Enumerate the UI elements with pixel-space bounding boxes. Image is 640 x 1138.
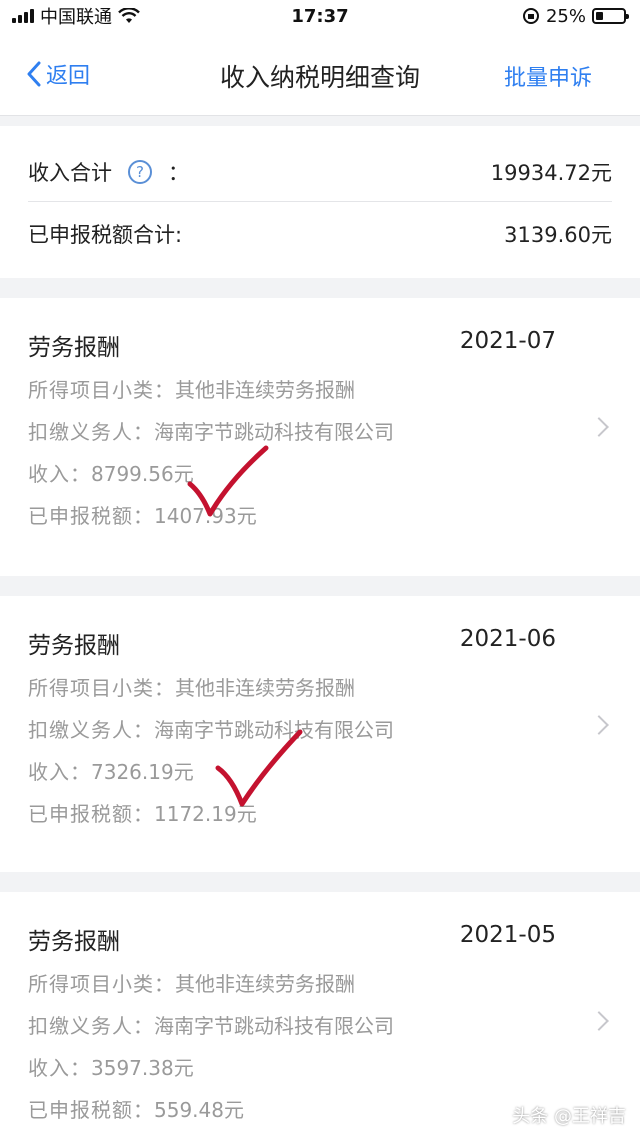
record-tax: 已申报税额：1172.19元 <box>28 798 257 827</box>
tax-value: 1407.93元 <box>154 504 257 528</box>
income-value: 3597.38元 <box>91 1056 194 1080</box>
income-label: 收入： <box>28 760 91 784</box>
subcategory-value: 其他非连续劳务报酬 <box>175 676 355 700</box>
tax-label: 已申报税额： <box>28 802 154 826</box>
watermark: 头条 @王祥吉 <box>512 1106 626 1127</box>
record-subcategory: 所得项目小类：其他非连续劳务报酬 <box>28 374 355 403</box>
record-subcategory: 所得项目小类：其他非连续劳务报酬 <box>28 968 355 997</box>
battery-icon <box>592 8 629 24</box>
clock: 17:37 <box>291 5 349 27</box>
help-icon[interactable]: ? <box>128 159 152 184</box>
income-total-colon: ： <box>168 160 189 185</box>
batch-appeal-button[interactable]: 批量申诉 <box>504 60 592 92</box>
tax-value: 559.48元 <box>154 1098 244 1122</box>
tax-total-value: 3139.60元 <box>504 223 612 247</box>
tax-total-label: 已申报税额合计: <box>28 223 183 247</box>
status-right: 25% <box>522 5 629 27</box>
chevron-right-icon[interactable] <box>589 417 609 437</box>
income-value: 7326.19元 <box>91 760 194 784</box>
income-total-value: 19934.72元 <box>490 160 612 185</box>
summary-card: 收入合计 ? ： 19934.72元 已申报税额合计: 3139.60元 <box>0 126 640 278</box>
record-date: 2021-07 <box>459 328 556 354</box>
tax-label: 已申报税额： <box>28 504 154 528</box>
income-total-label-group: 收入合计 ? ： <box>28 157 189 187</box>
status-bar: 中国联通 17:37 25% <box>0 0 640 32</box>
withholder-label: 扣缴义务人： <box>28 718 154 742</box>
wifi-icon <box>118 8 140 23</box>
record-date: 2021-05 <box>459 922 556 948</box>
record-type: 劳务报酬 <box>28 335 120 361</box>
carrier-name: 中国联通 <box>40 7 112 28</box>
record-withholder: 扣缴义务人：海南字节跳动科技有限公司 <box>28 714 394 743</box>
orientation-lock-icon <box>522 8 539 24</box>
income-label: 收入： <box>28 462 91 486</box>
record-tax: 已申报税额：1407.93元 <box>28 500 257 529</box>
income-record[interactable]: 劳务报酬 2021-06 所得项目小类：其他非连续劳务报酬 扣缴义务人：海南字节… <box>0 596 640 872</box>
withholder-label: 扣缴义务人： <box>28 1014 154 1038</box>
income-total-label: 收入合计 <box>28 160 112 185</box>
withholder-value: 海南字节跳动科技有限公司 <box>154 718 394 742</box>
withholder-value: 海南字节跳动科技有限公司 <box>154 1014 394 1038</box>
income-value: 8799.56元 <box>91 462 194 486</box>
tax-value: 1172.19元 <box>154 802 257 826</box>
record-income: 收入：7326.19元 <box>28 756 194 785</box>
record-withholder: 扣缴义务人：海南字节跳动科技有限公司 <box>28 416 394 445</box>
nav-bar: 返回 收入纳税明细查询 批量申诉 <box>0 32 640 116</box>
record-type: 劳务报酬 <box>28 633 120 659</box>
battery-fill <box>596 12 603 20</box>
chevron-right-icon[interactable] <box>589 715 609 735</box>
income-record[interactable]: 劳务报酬 2021-07 所得项目小类：其他非连续劳务报酬 扣缴义务人：海南字节… <box>0 298 640 576</box>
record-withholder: 扣缴义务人：海南字节跳动科技有限公司 <box>28 1010 394 1039</box>
subcategory-value: 其他非连续劳务报酬 <box>175 378 355 402</box>
income-label: 收入： <box>28 1056 91 1080</box>
subcategory-label: 所得项目小类： <box>28 378 175 402</box>
record-type: 劳务报酬 <box>28 929 120 955</box>
tax-label: 已申报税额： <box>28 1098 154 1122</box>
record-income: 收入：8799.56元 <box>28 458 194 487</box>
subcategory-value: 其他非连续劳务报酬 <box>175 972 355 996</box>
chevron-right-icon[interactable] <box>589 1011 609 1031</box>
record-tax: 已申报税额：559.48元 <box>28 1094 244 1123</box>
record-subcategory: 所得项目小类：其他非连续劳务报酬 <box>28 672 355 701</box>
record-date: 2021-06 <box>459 626 556 652</box>
tax-total-row: 已申报税额合计: 3139.60元 <box>28 204 612 264</box>
battery-percent: 25% <box>545 5 586 27</box>
withholder-label: 扣缴义务人： <box>28 420 154 444</box>
signal-icon <box>12 9 34 23</box>
subcategory-label: 所得项目小类： <box>28 972 175 996</box>
subcategory-label: 所得项目小类： <box>28 676 175 700</box>
income-total-row: 收入合计 ? ： 19934.72元 <box>28 142 612 202</box>
record-income: 收入：3597.38元 <box>28 1052 194 1081</box>
status-left: 中国联通 <box>12 3 140 29</box>
withholder-value: 海南字节跳动科技有限公司 <box>154 420 394 444</box>
